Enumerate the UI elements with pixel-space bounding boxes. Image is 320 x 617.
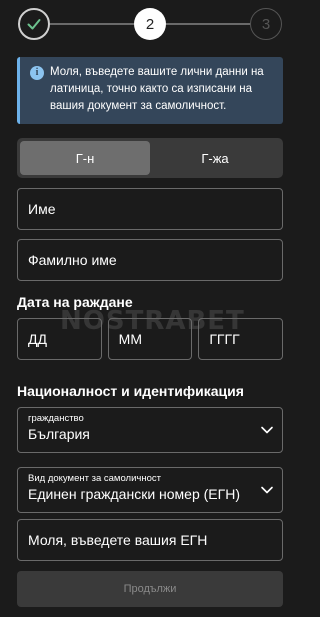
stepper-line [166,23,250,25]
info-banner: i Моля, въведете вашите лични данни на л… [17,57,283,124]
citizenship-value: България [28,426,90,442]
info-text: Моля, въведете вашите лични данни на лат… [50,66,264,112]
gender-option-mrs[interactable]: Г-жа [150,141,280,175]
document-type-label: Вид документ за самоличност [28,473,161,484]
birth-date-title: Дата на раждане [17,294,133,310]
step-3-todo: 3 [250,8,282,40]
document-type-select[interactable]: Вид документ за самоличност Единен гражд… [17,467,283,513]
identification-title: Националност и идентификация [17,383,244,399]
document-type-value: Единен граждански номер (ЕГН) [28,486,240,502]
birth-month-input[interactable]: ММ [107,318,193,360]
chevron-down-icon [261,426,273,434]
citizenship-select[interactable]: гражданство България [17,407,283,453]
birth-day-input[interactable]: ДД [17,318,102,360]
step-2-active: 2 [134,8,166,40]
chevron-down-icon [261,486,273,494]
first-name-input[interactable]: Име [17,188,283,230]
checkmark-icon [27,19,41,30]
gender-toggle: Г-н Г-жа [17,138,283,178]
egn-input[interactable]: Моля, въведете вашия ЕГН [17,519,283,561]
progress-stepper: 2 3 [0,4,300,40]
step-1-done [18,8,50,40]
gender-option-mr[interactable]: Г-н [20,141,150,175]
birth-date-row: ДД ММ ГГГГ [17,318,284,360]
info-icon: i [30,66,44,80]
last-name-input[interactable]: Фамилно име [17,239,283,281]
birth-year-input[interactable]: ГГГГ [198,318,284,360]
stepper-line [50,23,134,25]
citizenship-label: гражданство [28,413,84,424]
continue-button[interactable]: Продължи [17,571,283,607]
